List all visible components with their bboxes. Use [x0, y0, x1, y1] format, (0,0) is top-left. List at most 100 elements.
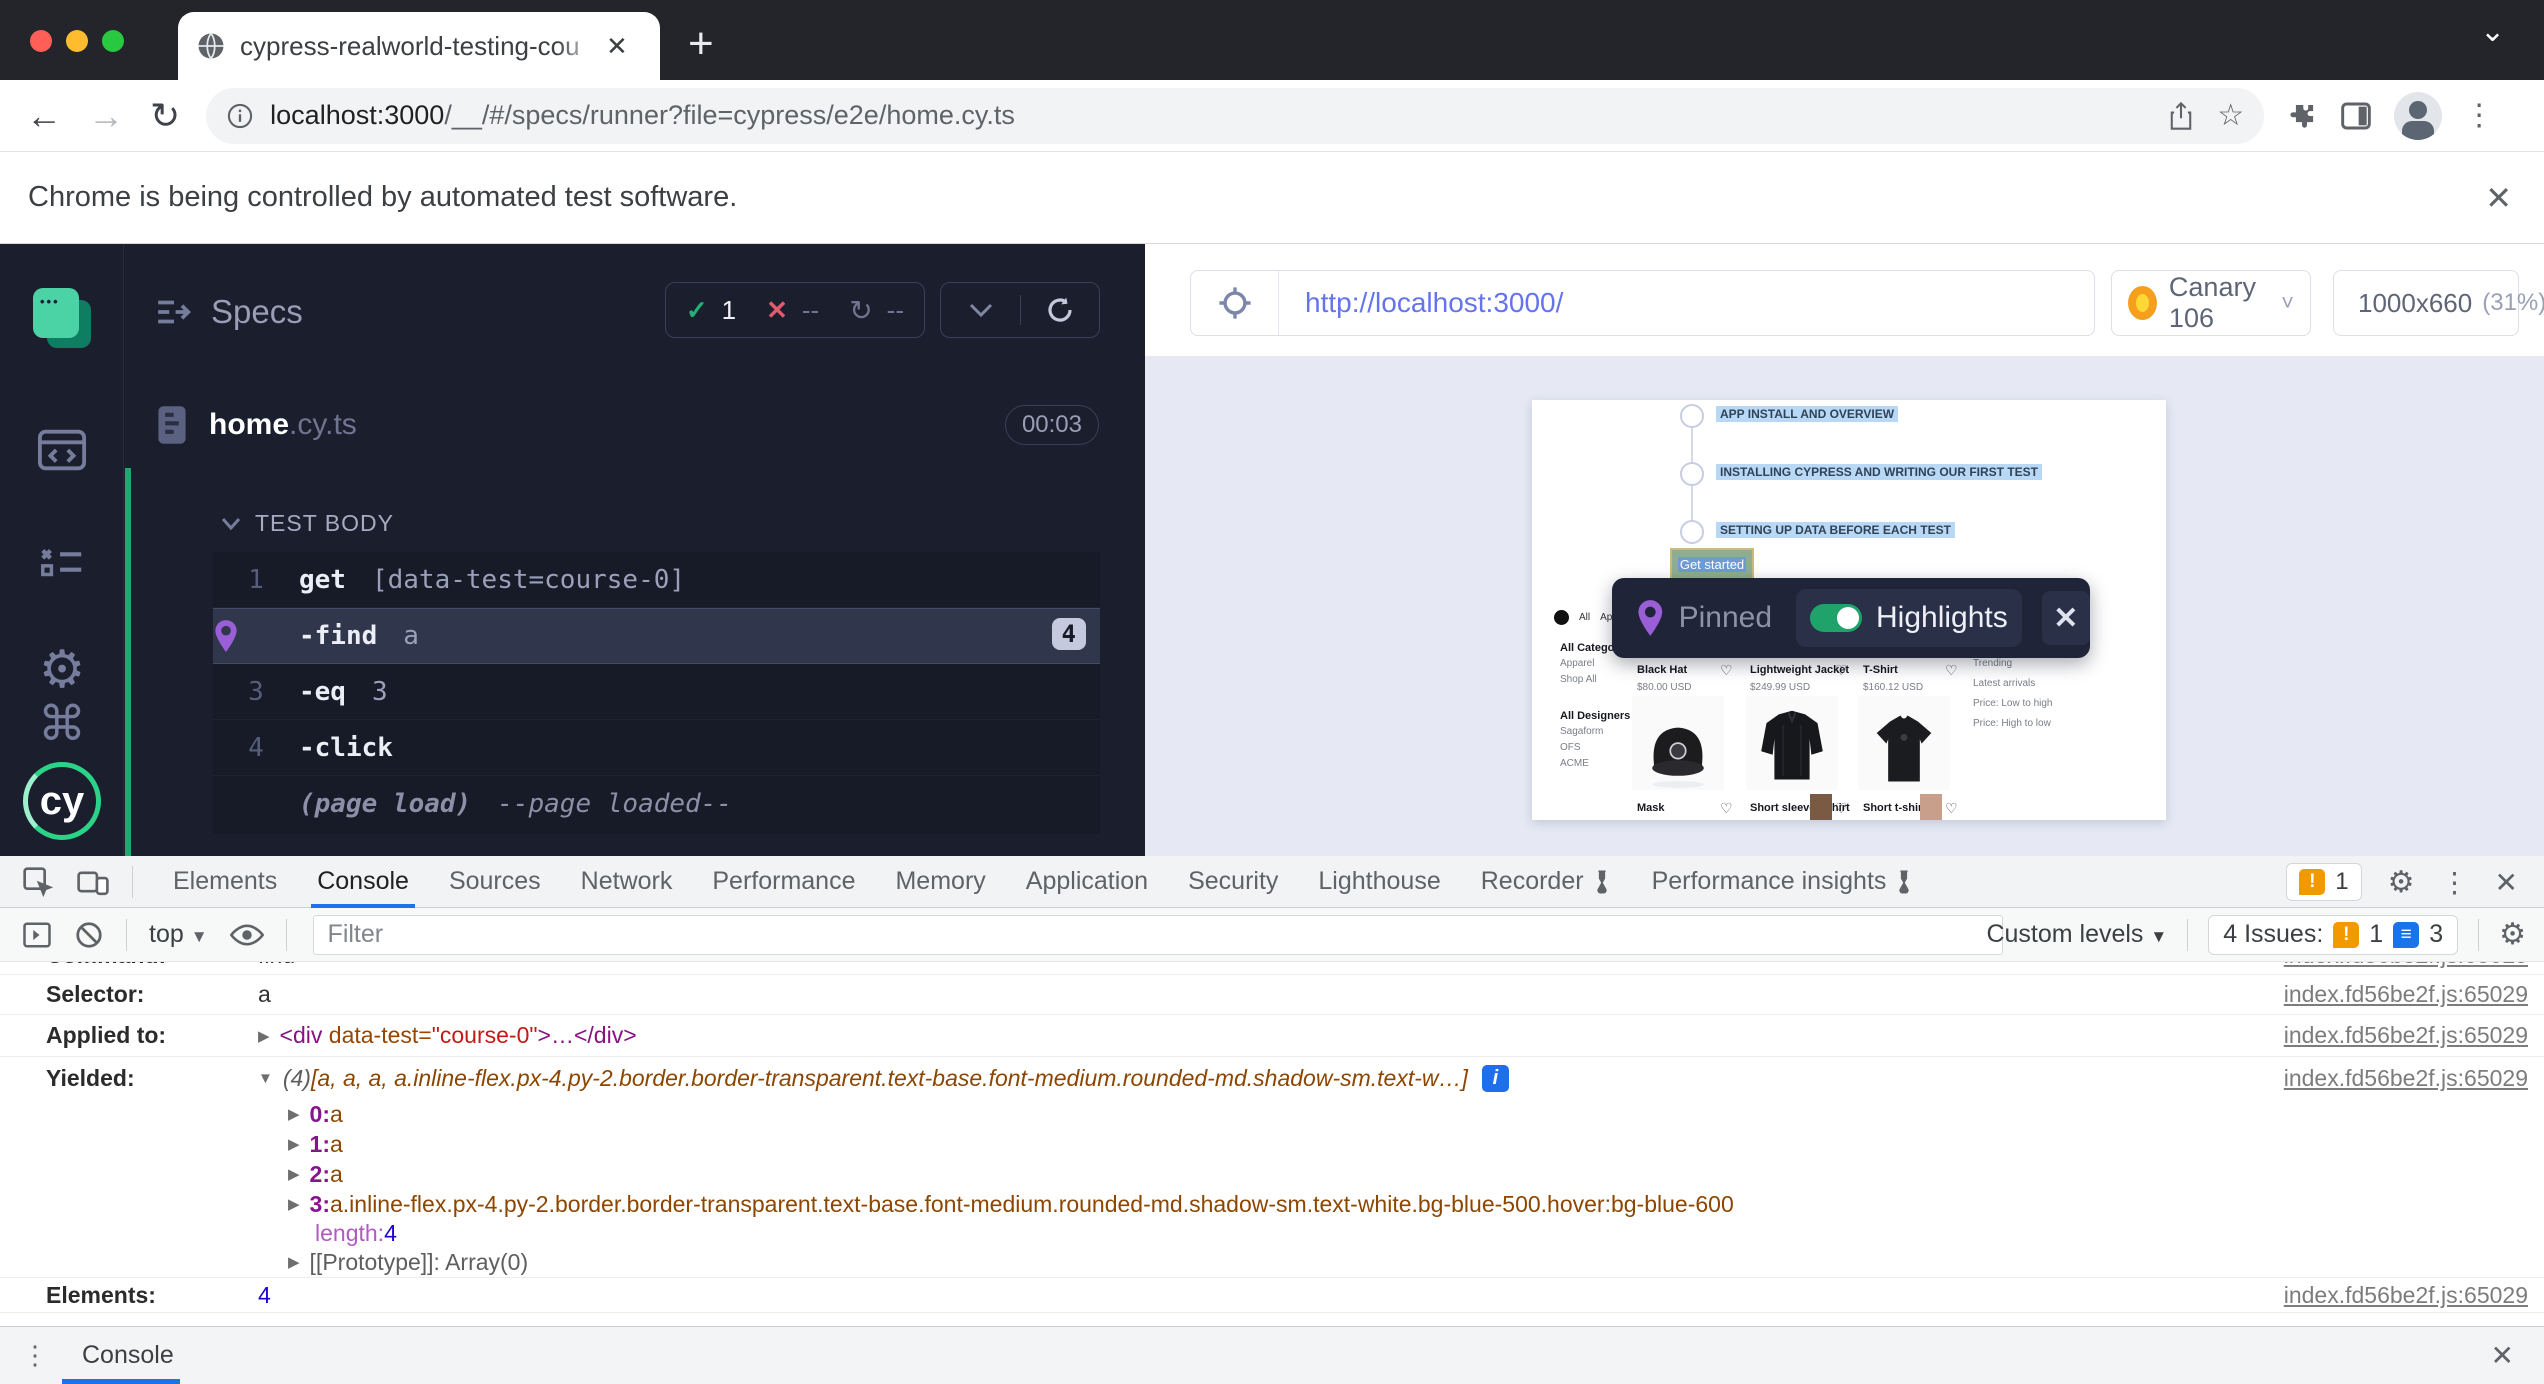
new-tab-button[interactable]: +: [688, 22, 714, 66]
zoom-window-button[interactable]: [102, 30, 124, 52]
expand-triangle-icon[interactable]: ▶: [288, 1135, 300, 1153]
extensions-puzzle-icon[interactable]: [2286, 100, 2318, 132]
close-tab-icon[interactable]: ✕: [606, 31, 628, 62]
issues-summary-button[interactable]: 4 Issues: !1 ≡3: [2208, 915, 2458, 955]
tab-lighthouse[interactable]: Lighthouse: [1318, 856, 1440, 908]
product-name[interactable]: T-Shirt: [1863, 664, 1898, 676]
category-link[interactable]: Apparel: [1560, 658, 1594, 669]
cypress-logo[interactable]: cy: [0, 762, 124, 840]
devtools-menu-icon[interactable]: ⋮: [2441, 866, 2469, 899]
tab-recorder[interactable]: Recorder: [1481, 856, 1612, 908]
tab-sources[interactable]: Sources: [449, 856, 541, 908]
command-row-get[interactable]: 1 get [data-test=course-0]: [213, 552, 1100, 608]
aut-page-screenshot[interactable]: APP INSTALL AND OVERVIEW INSTALLING CYPR…: [1532, 400, 2166, 820]
favorite-heart-icon[interactable]: ♡: [1720, 662, 1733, 679]
expand-triangle-icon[interactable]: ▶: [288, 1253, 300, 1271]
command-row-find-pinned[interactable]: -find a 4: [213, 608, 1100, 664]
context-selector[interactable]: top ▼: [149, 920, 208, 949]
designer-link[interactable]: Sagaform: [1560, 726, 1603, 737]
step-label[interactable]: APP INSTALL AND OVERVIEW: [1716, 406, 1898, 422]
favorite-heart-icon[interactable]: ♡: [1945, 800, 1958, 817]
step-label[interactable]: SETTING UP DATA BEFORE EACH TEST: [1716, 522, 1955, 538]
favorite-heart-icon[interactable]: ♡: [1835, 662, 1848, 679]
eye-icon[interactable]: [230, 922, 264, 948]
profile-avatar[interactable]: [2394, 92, 2442, 140]
step-label[interactable]: INSTALLING CYPRESS AND WRITING OUR FIRST…: [1716, 464, 2042, 480]
nav-item[interactable]: All: [1579, 612, 1590, 623]
banner-close-icon[interactable]: ✕: [2485, 179, 2512, 217]
reload-button[interactable]: ↻: [150, 98, 180, 134]
array-item-row[interactable]: ▶2: a: [0, 1159, 2544, 1189]
highlights-toggle[interactable]: [1810, 604, 1862, 632]
command-row-eq[interactable]: 3 -eq 3: [213, 664, 1100, 720]
spec-file-row[interactable]: home.cy.ts 00:03: [155, 392, 1115, 458]
device-toolbar-icon[interactable]: [76, 867, 110, 897]
source-link[interactable]: index.fd56be2f.js:65029: [2284, 1022, 2528, 1049]
bookmark-star-icon[interactable]: ☆: [2217, 98, 2244, 133]
tab-memory[interactable]: Memory: [895, 856, 985, 908]
sort-option[interactable]: Trending: [1973, 658, 2012, 669]
source-link[interactable]: index.fd56be2f.js:65029: [2284, 1065, 2528, 1092]
array-item-row[interactable]: ▶3: a.inline-flex.px-4.py-2.border.borde…: [0, 1189, 2544, 1219]
minimize-window-button[interactable]: [66, 30, 88, 52]
collapse-triangle-icon[interactable]: ▼: [258, 1070, 273, 1087]
favorite-heart-icon[interactable]: ♡: [1835, 800, 1848, 817]
tab-performance-insights[interactable]: Performance insights: [1652, 856, 1915, 908]
product-image-jacket[interactable]: [1746, 696, 1838, 790]
tab-security[interactable]: Security: [1188, 856, 1278, 908]
devtools-settings-gear-icon[interactable]: ⚙: [2388, 865, 2415, 900]
forward-button[interactable]: →: [88, 98, 124, 134]
tab-search-chevron-icon[interactable]: ⌄: [2480, 14, 2505, 49]
collapse-chevron-icon[interactable]: [941, 302, 1020, 318]
console-sidebar-toggle-icon[interactable]: [22, 920, 52, 950]
close-window-button[interactable]: [30, 30, 52, 52]
browser-menu-icon[interactable]: ⋮: [2464, 98, 2494, 133]
sort-option[interactable]: Price: Low to high: [1973, 698, 2053, 709]
rerun-icon[interactable]: [1020, 295, 1099, 325]
window-controls[interactable]: [30, 30, 138, 57]
console-settings-gear-icon[interactable]: ⚙: [2499, 917, 2526, 952]
side-panel-icon[interactable]: [2340, 101, 2372, 131]
issues-counter-button[interactable]: !1: [2286, 863, 2361, 901]
tab-elements[interactable]: Elements: [173, 856, 277, 908]
designer-link[interactable]: ACME: [1560, 758, 1589, 769]
product-name[interactable]: Mask: [1637, 802, 1665, 814]
designer-link[interactable]: OFS: [1560, 742, 1581, 753]
browsers-icon[interactable]: •••: [0, 288, 124, 350]
clear-console-icon[interactable]: [74, 920, 104, 950]
prototype-row[interactable]: ▶[[Prototype]]: Array(0): [0, 1247, 2544, 1277]
log-levels-dropdown[interactable]: Custom levels ▼: [1986, 920, 2167, 949]
favorite-heart-icon[interactable]: ♡: [1945, 662, 1958, 679]
command-row-page-load[interactable]: (page load) --page loaded--: [213, 776, 1100, 832]
store-logo[interactable]: [1554, 610, 1569, 625]
test-body-header[interactable]: TEST BODY: [221, 510, 394, 537]
specs-menu-icon[interactable]: [155, 297, 193, 327]
page-info-icon[interactable]: [226, 102, 254, 130]
devtools-close-icon[interactable]: ✕: [2495, 866, 2518, 899]
back-button[interactable]: ←: [26, 98, 62, 134]
source-link[interactable]: index.fd56be2f.js:65029: [2284, 1282, 2528, 1309]
command-row-click[interactable]: 4 -click: [213, 720, 1100, 776]
sort-option[interactable]: Latest arrivals: [1973, 678, 2035, 689]
array-item-row[interactable]: ▶1: a: [0, 1129, 2544, 1159]
tab-network[interactable]: Network: [581, 856, 673, 908]
source-link[interactable]: index.fd56be2f.js:65029: [2284, 981, 2528, 1008]
product-name[interactable]: Short t-shirt: [1863, 802, 1926, 814]
test-results-icon[interactable]: [0, 542, 124, 582]
inspect-element-icon[interactable]: [22, 866, 54, 898]
tooltip-close-button[interactable]: ✕: [2042, 591, 2090, 645]
address-bar[interactable]: localhost:3000/__/#/specs/runner?file=cy…: [206, 88, 2264, 144]
product-image-tshirt[interactable]: [1858, 696, 1950, 790]
tab-performance[interactable]: Performance: [712, 856, 855, 908]
aut-url[interactable]: http://localhost:3000/: [1305, 287, 1563, 319]
settings-gear-icon[interactable]: ⚙: [0, 640, 124, 700]
expand-triangle-icon[interactable]: ▶: [258, 1027, 270, 1045]
category-link[interactable]: Shop All: [1560, 674, 1597, 685]
spec-window-icon[interactable]: [0, 428, 124, 472]
highlights-toggle-group[interactable]: Highlights: [1796, 589, 2022, 647]
drawer-menu-icon[interactable]: ⋮: [22, 1340, 48, 1371]
browser-tab[interactable]: cypress-realworld-testing-cou ✕: [178, 12, 660, 80]
browser-select[interactable]: Canary 106 ˅: [2111, 270, 2311, 336]
drawer-console-tab[interactable]: Console: [82, 1341, 174, 1370]
drawer-close-icon[interactable]: ✕: [2491, 1339, 2514, 1372]
